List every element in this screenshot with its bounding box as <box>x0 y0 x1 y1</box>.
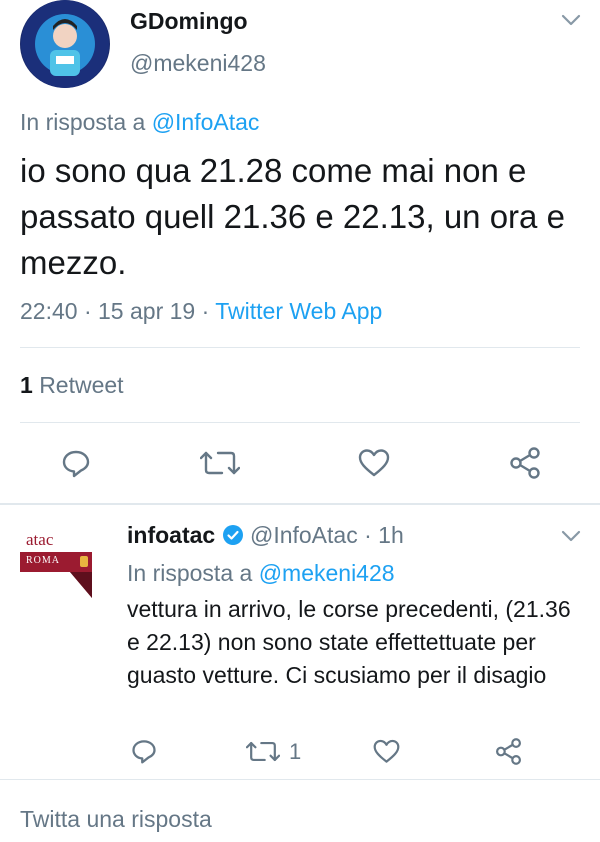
tweet-time: 22:40 <box>20 298 78 324</box>
reply-tweet-text: vettura in arrivo, le corse precedenti, … <box>127 596 571 688</box>
retweet-count: 1 <box>20 372 33 398</box>
divider <box>20 422 580 423</box>
compose-placeholder: Twitta una risposta <box>20 806 212 832</box>
section-divider <box>0 503 600 505</box>
heart-icon[interactable] <box>372 738 401 765</box>
main-handle[interactable]: @mekeni428 <box>130 50 266 77</box>
atac-logo-text: atac <box>26 530 54 549</box>
reply-menu-chevron-icon[interactable] <box>560 528 582 544</box>
heart-icon[interactable] <box>357 447 391 479</box>
share-icon[interactable] <box>508 447 542 479</box>
share-icon[interactable] <box>494 738 523 765</box>
verified-badge-icon <box>222 524 244 546</box>
retweet-label: Retweet <box>39 372 124 398</box>
reply-retweet-count[interactable]: 1 <box>289 739 301 765</box>
main-timestamp-row: 22:40 · 15 apr 19 · Twitter Web App <box>20 298 383 324</box>
retweet-icon[interactable] <box>200 447 240 479</box>
main-tweet-text: io sono qua 21.28 come mai non e passato… <box>20 152 565 281</box>
reply-prefix: In risposta a <box>20 109 146 135</box>
retweet-stats[interactable]: 1 Retweet <box>20 372 124 399</box>
main-menu-chevron-icon[interactable] <box>560 12 582 28</box>
reply-reply-context: In risposta a @mekeni428 <box>127 560 395 587</box>
reply-handle[interactable]: @InfoAtac <box>250 522 358 548</box>
main-reply-context: In risposta a @InfoAtac <box>20 109 259 136</box>
atac-logo-avatar[interactable]: atac ROMA <box>20 530 102 600</box>
atac-logo-sub: ROMA <box>26 555 61 566</box>
reply-to-link[interactable]: @mekeni428 <box>259 560 395 586</box>
reply-display-name[interactable]: infoatac <box>127 522 215 548</box>
reply-icon[interactable] <box>60 447 92 479</box>
compose-reply-input[interactable]: Twitta una risposta <box>0 780 600 842</box>
divider <box>20 347 580 348</box>
main-avatar[interactable] <box>20 0 110 88</box>
reply-to-link[interactable]: @InfoAtac <box>152 109 260 135</box>
reply-icon[interactable] <box>130 737 158 765</box>
tweet-source-link[interactable]: Twitter Web App <box>215 298 382 324</box>
tweet-date: 15 apr 19 <box>98 298 196 324</box>
main-display-name[interactable]: GDomingo <box>130 8 248 35</box>
reply-time-ago[interactable]: 1h <box>378 522 404 548</box>
reply-prefix: In risposta a <box>127 560 253 586</box>
reply-header: infoatac @InfoAtac · 1h <box>127 522 404 548</box>
retweet-icon[interactable] <box>246 738 280 765</box>
